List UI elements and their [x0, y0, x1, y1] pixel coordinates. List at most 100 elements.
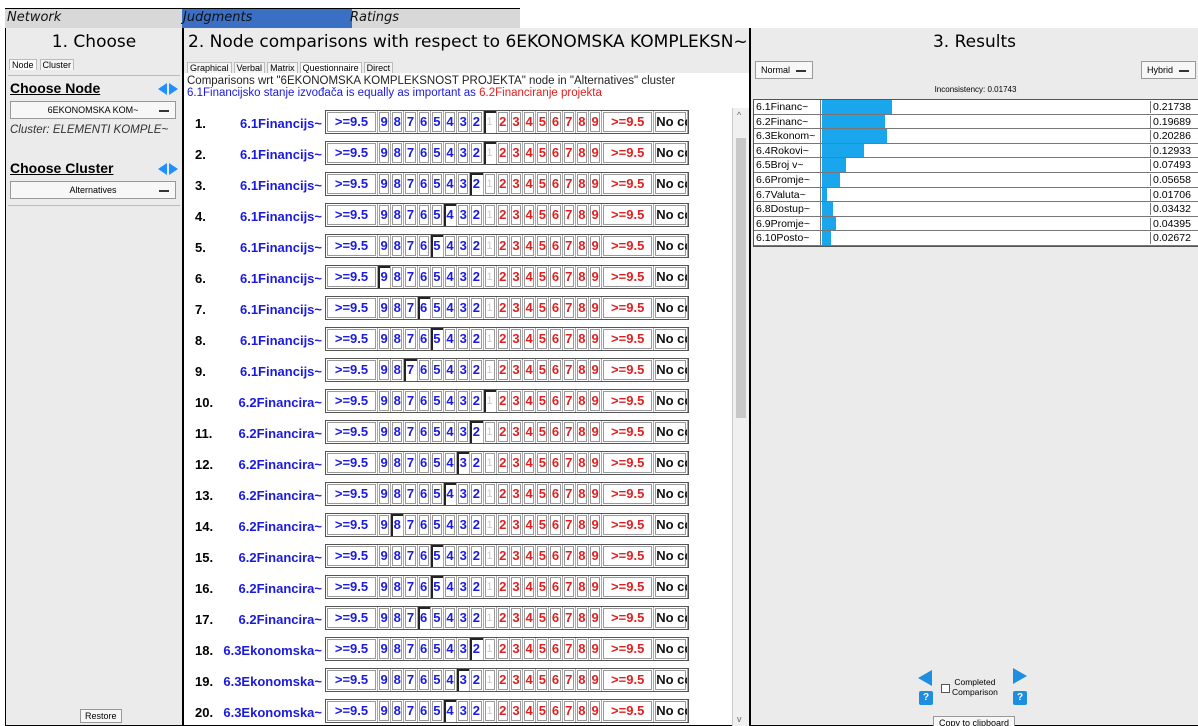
scale-cell[interactable]: 3	[510, 452, 524, 474]
scale-cell[interactable]: 6	[418, 328, 431, 350]
no-comparison-cell[interactable]: No cc	[654, 173, 689, 195]
scale-cell[interactable]: >=9.5	[602, 607, 655, 629]
scale-cell[interactable]: >=9.5	[602, 173, 655, 195]
scale-cell[interactable]: 9	[589, 607, 603, 629]
scale-cell[interactable]: 5	[536, 359, 550, 381]
scale-cell[interactable]: 3	[510, 173, 524, 195]
scale-cell[interactable]: 1	[484, 266, 497, 288]
scale-cell[interactable]: 3	[510, 421, 524, 443]
no-comparison-cell[interactable]: No cc	[654, 235, 689, 257]
scale-cell[interactable]: 5	[536, 452, 550, 474]
scale-cell[interactable]: >=9.5	[326, 638, 378, 660]
no-comparison-cell[interactable]: No cc	[654, 359, 689, 381]
scale-cell[interactable]: 6	[549, 266, 563, 288]
scale-cell[interactable]: 9	[378, 142, 392, 164]
scale-cell[interactable]: 8	[391, 142, 405, 164]
scale-cell[interactable]: 3	[457, 390, 471, 412]
scale-cell[interactable]: 2	[497, 359, 510, 381]
scale-cell[interactable]: 2	[470, 297, 484, 319]
scale-cell[interactable]: 6	[549, 173, 563, 195]
scale-cell[interactable]: 1	[484, 359, 497, 381]
no-comparison-cell[interactable]: No cc	[654, 204, 689, 226]
scale-cell[interactable]: 6	[549, 235, 563, 257]
scale-cell[interactable]: >=9.5	[602, 483, 655, 505]
judgment-scale[interactable]: >=9.5 9 8 7 6 5 4 3 2 1 2 3 4 5 6 7 8 9 >=9.5 No cc	[325, 327, 690, 351]
scale-cell[interactable]: 2	[470, 111, 484, 133]
scale-cell[interactable]: >=9.5	[602, 266, 655, 288]
help-right-icon[interactable]: ?	[1013, 691, 1027, 705]
scale-cell[interactable]: 1	[483, 142, 497, 164]
scale-cell[interactable]: 4	[443, 700, 458, 722]
scroll-up-icon[interactable]: ^	[737, 110, 741, 120]
scale-cell[interactable]: 8	[391, 638, 405, 660]
scale-cell[interactable]: 4	[444, 669, 458, 691]
scale-cell[interactable]: 4	[523, 111, 537, 133]
scale-cell[interactable]: >=9.5	[326, 173, 378, 195]
no-comparison-cell[interactable]: No cc	[654, 328, 689, 350]
scale-cell[interactable]: 9	[378, 173, 392, 195]
scale-cell[interactable]: 3	[510, 669, 524, 691]
scale-cell[interactable]: 9	[589, 266, 603, 288]
scale-cell[interactable]: 7	[404, 452, 418, 474]
no-comparison-cell[interactable]: No cc	[654, 266, 689, 288]
tab-cluster[interactable]: Cluster	[39, 59, 75, 70]
scale-cell[interactable]: 8	[391, 700, 405, 722]
scale-cell[interactable]: 2	[497, 111, 510, 133]
scale-cell[interactable]: 2	[470, 390, 484, 412]
scale-cell[interactable]: 6	[549, 483, 563, 505]
completed-checkbox[interactable]	[941, 684, 950, 693]
scale-cell[interactable]: 3	[457, 235, 471, 257]
scale-cell[interactable]: 5	[431, 266, 444, 288]
scale-cell[interactable]: >=9.5	[326, 669, 378, 691]
scale-cell[interactable]: >=9.5	[326, 328, 378, 350]
scale-cell[interactable]: 1	[484, 638, 497, 660]
scale-cell[interactable]: 9	[589, 669, 603, 691]
scale-cell[interactable]: 5	[431, 638, 444, 660]
normal-mode-dropdown[interactable]: Normal	[755, 61, 813, 79]
scale-cell[interactable]: 4	[444, 545, 458, 567]
scale-cell[interactable]: 4	[444, 576, 458, 598]
scale-cell[interactable]: 8	[576, 669, 589, 691]
scale-cell[interactable]: >=9.5	[602, 421, 655, 443]
scale-cell[interactable]: >=9.5	[602, 452, 655, 474]
scale-cell[interactable]: 2	[497, 328, 510, 350]
scale-cell[interactable]: 9	[378, 359, 392, 381]
scale-cell[interactable]: 5	[536, 576, 550, 598]
scale-cell[interactable]: 4	[523, 700, 537, 722]
scale-cell[interactable]: 9	[589, 700, 603, 722]
scale-cell[interactable]: >=9.5	[326, 576, 378, 598]
scale-cell[interactable]: 8	[576, 297, 589, 319]
scale-cell[interactable]: 1	[483, 390, 497, 412]
scale-cell[interactable]: 8	[391, 452, 405, 474]
scale-cell[interactable]: 5	[536, 390, 550, 412]
node-nav-arrows[interactable]	[158, 83, 178, 95]
judgment-scale[interactable]: >=9.5 9 8 7 6 5 4 3 2 1 2 3 4 5 6 7 8 9 >=9.5 No cc	[325, 110, 690, 134]
scale-cell[interactable]: 4	[443, 483, 458, 505]
scale-cell[interactable]: 5	[431, 483, 444, 505]
scale-cell[interactable]: 3	[510, 390, 524, 412]
scale-cell[interactable]: 9	[378, 390, 392, 412]
scale-cell[interactable]: 8	[576, 328, 589, 350]
scale-cell[interactable]: 2	[497, 266, 510, 288]
scale-cell[interactable]: 9	[378, 669, 392, 691]
scale-cell[interactable]: >=9.5	[326, 452, 378, 474]
scale-cell[interactable]: 8	[576, 359, 589, 381]
scale-cell[interactable]: 8	[391, 204, 405, 226]
scale-cell[interactable]: 2	[497, 390, 510, 412]
scale-cell[interactable]: 8	[576, 235, 589, 257]
scale-cell[interactable]: 9	[378, 235, 392, 257]
scale-cell[interactable]: 2	[497, 700, 510, 722]
scale-cell[interactable]: 5	[536, 607, 550, 629]
scale-cell[interactable]: 3	[457, 638, 471, 660]
scale-cell[interactable]: 8	[391, 576, 405, 598]
scale-cell[interactable]: 7	[404, 607, 418, 629]
scale-cell[interactable]: 3	[510, 483, 524, 505]
scale-cell[interactable]: 6	[418, 204, 431, 226]
scale-cell[interactable]: 2	[497, 204, 510, 226]
scale-cell[interactable]: 6	[549, 359, 563, 381]
scale-cell[interactable]: 9	[378, 452, 392, 474]
scale-cell[interactable]: 5	[431, 173, 444, 195]
judgment-scale[interactable]: >=9.5 9 8 7 6 5 4 3 2 1 2 3 4 5 6 7 8 9 >=9.5 No cc	[325, 451, 690, 475]
scale-cell[interactable]: >=9.5	[326, 390, 378, 412]
scale-cell[interactable]: 8	[391, 607, 405, 629]
